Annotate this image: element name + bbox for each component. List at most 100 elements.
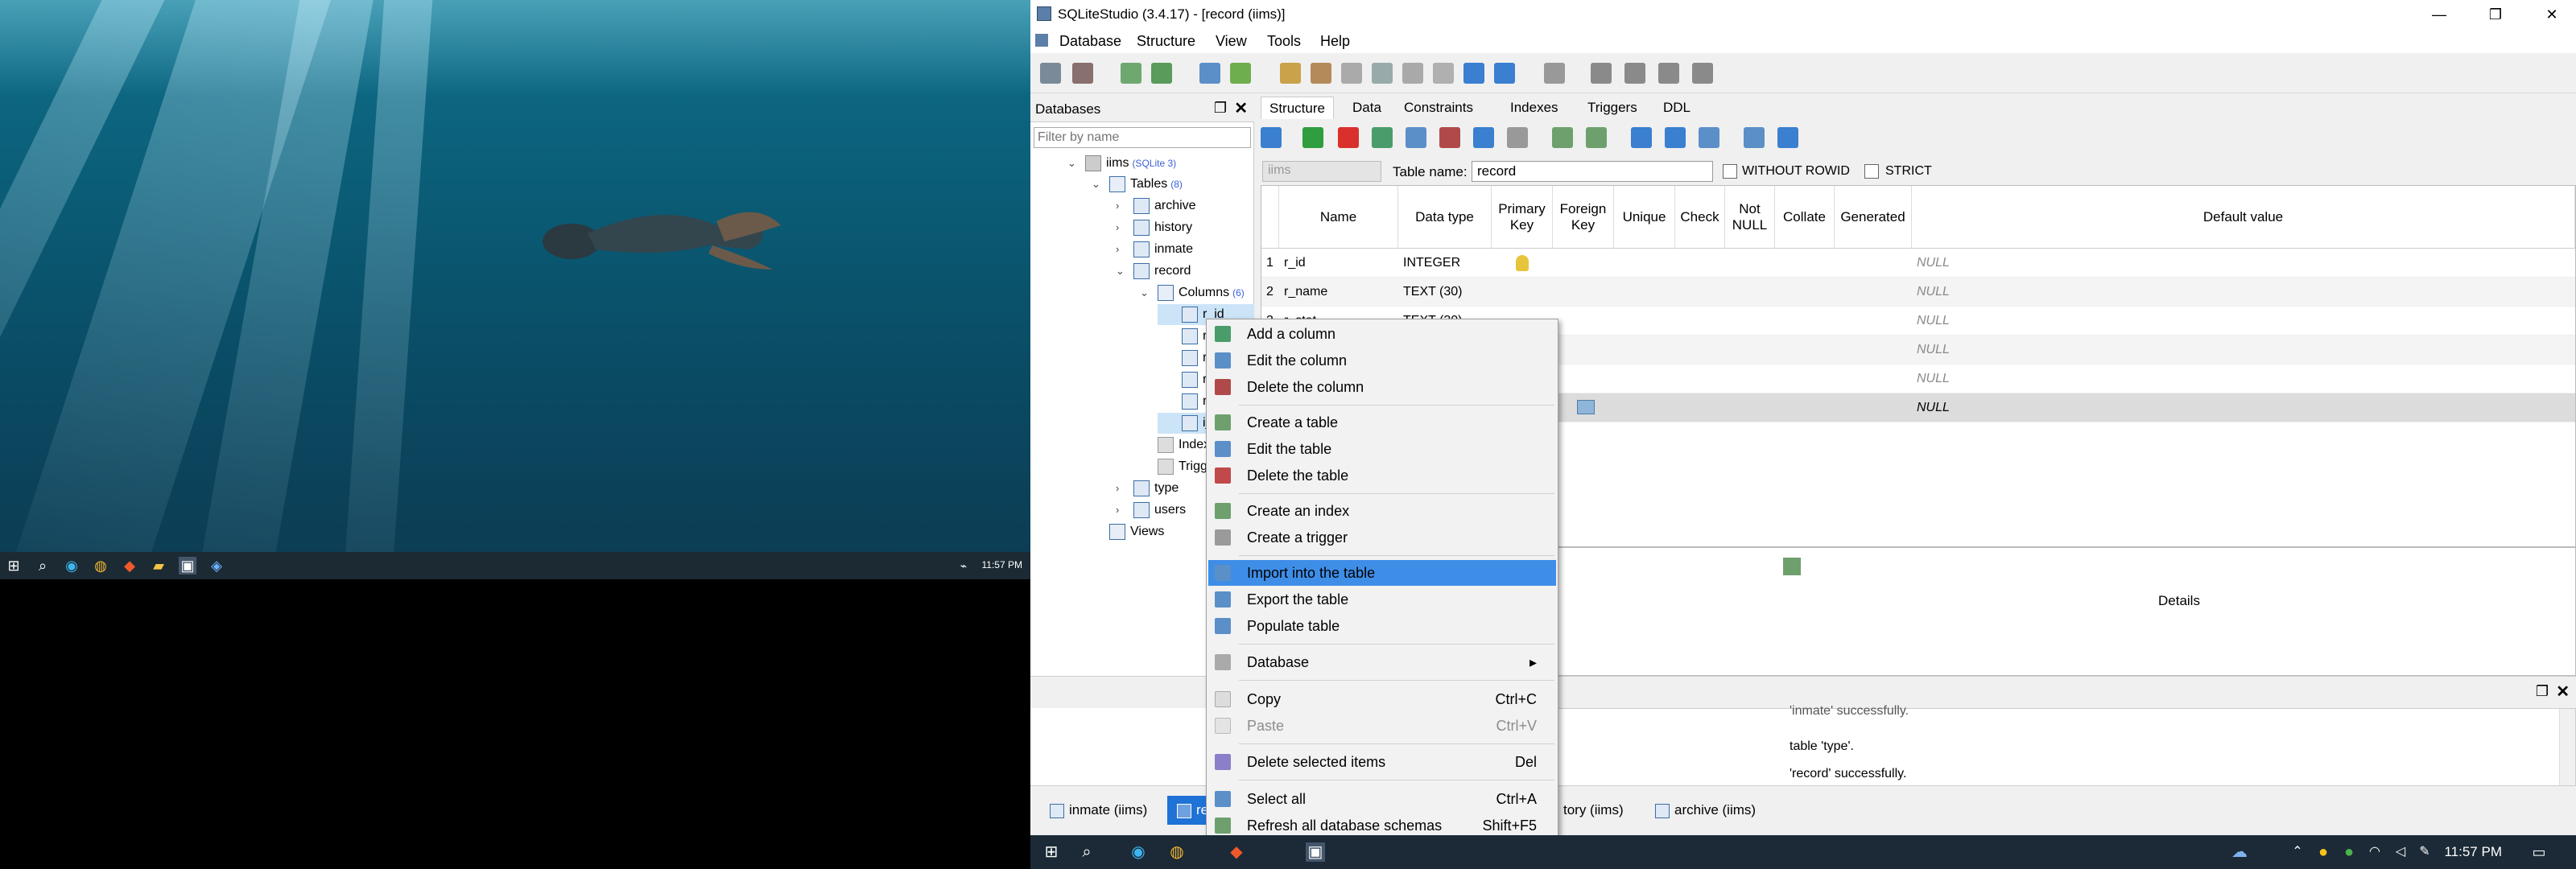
menu-delete-column[interactable]: Delete the column [1208,374,1556,400]
start-icon[interactable]: ⊞ [5,557,23,575]
edge-icon[interactable]: ◉ [63,557,80,575]
collations-icon[interactable] [1372,63,1393,84]
rollback-icon[interactable] [1338,127,1359,148]
sqlitestudio-taskbar-icon[interactable]: ▣ [179,557,196,575]
tab-constraints[interactable]: Constraints [1396,97,1481,119]
sql-editor-icon[interactable] [1280,63,1301,84]
tray-chevron-icon[interactable]: ⌃ [2288,842,2307,862]
edit-db-icon[interactable] [1230,63,1251,84]
edit-column-icon[interactable] [1406,127,1426,148]
close-button[interactable]: ✕ [2528,3,2576,26]
commit-icon[interactable] [1302,127,1323,148]
sqlitestudio-taskbar-icon[interactable]: ▣ [1306,842,1325,862]
move-down-icon[interactable] [1507,127,1528,148]
expand-icon[interactable] [1631,127,1652,148]
header-check[interactable]: Check [1675,186,1725,249]
header-not-null[interactable]: Not NULL [1725,186,1775,249]
menu-tools[interactable]: Tools [1267,33,1301,50]
menu-structure[interactable]: Structure [1137,33,1195,50]
brave-icon[interactable]: ◆ [121,557,138,575]
tree-db[interactable]: ⌄ iims (SQLite 3) [1067,153,1176,174]
table-row[interactable]: 2 r_name TEXT (30) NULL [1261,278,2575,307]
menu-create-table[interactable]: Create a table [1208,410,1556,435]
header-foreign-key[interactable]: Foreign Key [1553,186,1614,249]
search-icon[interactable]: ⌕ [1077,842,1096,862]
close-panel-icon[interactable]: ✕ [1234,98,1248,118]
log-scrollbar[interactable] [2559,709,2575,786]
tree-tables[interactable]: ⌄ Tables (8) [1092,174,1183,195]
folder-icon[interactable]: ▰ [150,557,167,575]
layout2-icon[interactable] [1624,63,1645,84]
menu-select-all[interactable]: Select all Ctrl+A [1208,786,1556,812]
header-name[interactable]: Name [1279,186,1398,249]
database-select[interactable]: iims [1262,161,1381,182]
status-float-icon[interactable]: ❐ [2536,683,2549,700]
menu-add-column[interactable]: Add a column [1208,321,1556,347]
tab-triggers[interactable]: Triggers [1579,97,1645,119]
menu-delete-selected[interactable]: Delete selected items Del [1208,749,1556,775]
volume-icon[interactable]: ◁ [2391,842,2410,862]
menu-help[interactable]: Help [1320,33,1350,50]
window-tab-inmate[interactable]: inmate (iims) [1040,796,1157,825]
header-collate[interactable]: Collate [1775,186,1835,249]
tile-icon[interactable] [1463,63,1484,84]
status-close-icon[interactable]: ✕ [2556,682,2570,702]
import-icon[interactable] [1121,63,1141,84]
undo-icon[interactable] [1777,127,1798,148]
populate-icon[interactable] [1699,127,1719,148]
layout4-icon[interactable] [1692,63,1713,84]
search-icon[interactable]: ⌕ [34,557,52,575]
header-generated[interactable]: Generated [1835,186,1912,249]
window-tab-archive[interactable]: archive (iims) [1645,796,1765,825]
tree-table-archive[interactable]: › archive [1116,196,1196,216]
tree-table-history[interactable]: › history [1116,217,1192,238]
menu-create-index[interactable]: Create an index [1208,498,1556,524]
tree-table-type[interactable]: › type [1116,478,1179,499]
menu-paste[interactable]: Paste Ctrl+V [1208,713,1556,739]
tab-indexes[interactable]: Indexes [1502,97,1567,119]
strict-checkbox[interactable] [1864,164,1879,179]
layout3-icon[interactable] [1658,63,1679,84]
move-up-icon[interactable] [1473,127,1494,148]
app-icon[interactable]: ◈ [208,557,225,575]
delete-column-icon[interactable] [1439,127,1460,148]
restore-button[interactable]: ❐ [2471,3,2520,26]
extensions-icon[interactable] [1402,63,1423,84]
tree-table-record[interactable]: ⌄ record [1116,261,1191,282]
start-icon[interactable]: ⊞ [1042,842,1061,862]
wifi-icon[interactable]: ◠ [2365,842,2384,862]
functions-icon[interactable] [1341,63,1362,84]
minimize-button[interactable]: — [2415,3,2463,26]
notification-icon[interactable]: ▭ [2529,842,2549,862]
tab-ddl[interactable]: DDL [1655,97,1699,119]
tab-structure[interactable]: Structure [1261,97,1334,119]
filter-input[interactable] [1034,127,1251,148]
index-icon[interactable] [1586,127,1607,148]
menu-delete-table[interactable]: Delete the table [1208,463,1556,488]
table-name-input[interactable]: record [1472,161,1713,182]
header-primary-key[interactable]: Primary Key [1492,186,1553,249]
tab-data[interactable]: Data [1344,97,1389,119]
constraint-icon[interactable] [1552,127,1573,148]
table-row[interactable]: 1 r_id INTEGER NULL [1261,249,2575,278]
float-panel-icon[interactable]: ❐ [1214,100,1227,117]
header-default-value[interactable]: Default value [1912,186,2575,249]
connect-icon[interactable] [1040,63,1061,84]
header-data-type[interactable]: Data type [1398,186,1492,249]
menu-edit-column[interactable]: Edit the column [1208,348,1556,373]
menu-database[interactable]: Database [1059,33,1121,50]
chrome-icon[interactable]: ◍ [1167,842,1187,862]
menu-database-submenu[interactable]: Database ▸ [1208,649,1556,675]
refresh-icon[interactable] [1261,127,1282,148]
add-db-icon[interactable] [1199,63,1220,84]
constraint-add-icon[interactable] [1783,558,1801,575]
menu-copy[interactable]: Copy Ctrl+C [1208,686,1556,712]
cascade-icon[interactable] [1494,63,1515,84]
chrome-icon[interactable]: ◍ [92,557,109,575]
brave-icon[interactable]: ◆ [1227,842,1246,862]
menu-import-into-table[interactable]: Import into the table [1208,560,1556,586]
ddl-history-icon[interactable] [1311,63,1331,84]
header-unique[interactable]: Unique [1614,186,1675,249]
menu-populate-table[interactable]: Populate table [1208,613,1556,639]
without-rowid-checkbox[interactable] [1723,164,1737,179]
